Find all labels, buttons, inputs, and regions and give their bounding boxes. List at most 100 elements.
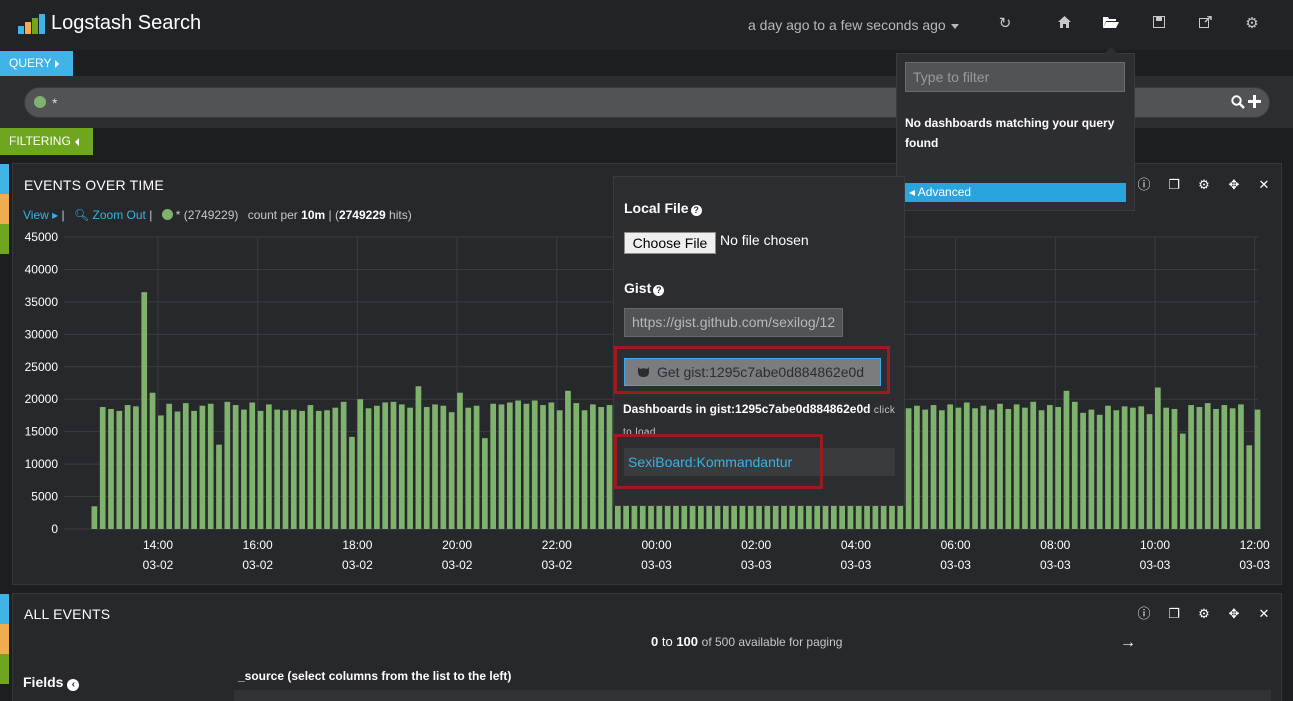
- histogram-bar[interactable]: [963, 402, 970, 529]
- choose-file-button[interactable]: Choose File: [624, 232, 716, 254]
- histogram-bar[interactable]: [457, 392, 463, 529]
- histogram-bar[interactable]: [565, 390, 571, 529]
- histogram-bar[interactable]: [398, 404, 405, 529]
- histogram-bar[interactable]: [149, 392, 156, 529]
- histogram-bar[interactable]: [938, 410, 945, 529]
- histogram-bar[interactable]: [249, 402, 256, 529]
- histogram-bar[interactable]: [382, 402, 389, 529]
- histogram-bar[interactable]: [1030, 401, 1037, 529]
- histogram-bar[interactable]: [988, 409, 995, 529]
- histogram-bar[interactable]: [1246, 445, 1253, 529]
- histogram-bar[interactable]: [407, 407, 413, 529]
- histogram-bar[interactable]: [1204, 403, 1211, 529]
- histogram-bar[interactable]: [191, 410, 197, 529]
- histogram-bar[interactable]: [972, 408, 978, 529]
- histogram-bar[interactable]: [905, 408, 912, 529]
- histogram-bar[interactable]: [158, 415, 164, 529]
- histogram-bar[interactable]: [365, 408, 372, 529]
- histogram-bar[interactable]: [523, 403, 530, 529]
- close-icon[interactable]: ✕: [1257, 607, 1271, 621]
- histogram-bar[interactable]: [1229, 408, 1236, 529]
- histogram-bar[interactable]: [1163, 407, 1170, 529]
- histogram-bar[interactable]: [1130, 407, 1136, 529]
- histogram-bar[interactable]: [332, 407, 339, 529]
- histogram-bar[interactable]: [266, 404, 272, 529]
- histogram-bar[interactable]: [299, 410, 305, 529]
- gear-icon[interactable]: ⚙: [1197, 607, 1211, 621]
- histogram-bar[interactable]: [108, 408, 114, 529]
- histogram-bar[interactable]: [1171, 408, 1178, 529]
- histogram-bar[interactable]: [1221, 405, 1228, 529]
- histogram-bar[interactable]: [99, 407, 106, 529]
- histogram-bar[interactable]: [1113, 410, 1120, 529]
- histogram-bar[interactable]: [349, 436, 355, 529]
- histogram-bar[interactable]: [133, 406, 139, 529]
- move-icon[interactable]: ✥: [1227, 607, 1241, 621]
- histogram-bar[interactable]: [947, 404, 953, 529]
- histogram-bar[interactable]: [166, 403, 173, 529]
- next-page-icon[interactable]: →: [1120, 634, 1136, 652]
- histogram-bar[interactable]: [257, 410, 264, 529]
- histogram-bar[interactable]: [182, 403, 189, 529]
- histogram-bar[interactable]: [1155, 387, 1161, 529]
- help-icon[interactable]: ?: [653, 285, 665, 296]
- histogram-bar[interactable]: [116, 410, 123, 529]
- info-icon[interactable]: ⓘ: [1137, 607, 1151, 621]
- histogram-bar[interactable]: [473, 405, 480, 529]
- histogram-bar[interactable]: [465, 407, 472, 529]
- help-icon[interactable]: ?: [690, 205, 702, 216]
- dashboard-filter-input[interactable]: Type to filter: [905, 62, 1125, 92]
- histogram-bar[interactable]: [1254, 409, 1261, 529]
- histogram-bar[interactable]: [1055, 407, 1062, 529]
- histogram-bar[interactable]: [482, 438, 488, 529]
- histogram-bar[interactable]: [598, 407, 605, 529]
- gist-url-input[interactable]: https://gist.github.com/sexilog/12: [624, 308, 843, 337]
- histogram-bar[interactable]: [440, 405, 447, 529]
- histogram-bar[interactable]: [490, 403, 497, 529]
- histogram-bar[interactable]: [1080, 412, 1086, 529]
- histogram-bar[interactable]: [199, 405, 206, 529]
- histogram-bar[interactable]: [307, 405, 314, 529]
- histogram-bar[interactable]: [1022, 407, 1028, 529]
- histogram-bar[interactable]: [1013, 404, 1020, 529]
- histogram-bar[interactable]: [922, 409, 929, 529]
- histogram-bar[interactable]: [1038, 410, 1045, 529]
- histogram-bar[interactable]: [548, 402, 555, 529]
- histogram-bar[interactable]: [241, 409, 247, 529]
- histogram-bar[interactable]: [1238, 404, 1244, 529]
- histogram-bar[interactable]: [1188, 405, 1194, 529]
- histogram-bar[interactable]: [1046, 405, 1053, 529]
- advanced-toggle[interactable]: ◂ Advanced: [905, 183, 1126, 202]
- histogram-bar[interactable]: [506, 402, 513, 529]
- histogram-bar[interactable]: [556, 410, 563, 529]
- histogram-bar[interactable]: [1071, 401, 1078, 529]
- histogram-bar[interactable]: [124, 405, 131, 529]
- histogram-bar[interactable]: [274, 409, 281, 529]
- histogram-bar[interactable]: [224, 401, 231, 529]
- histogram-bar[interactable]: [1096, 414, 1103, 529]
- histogram-bar[interactable]: [141, 292, 148, 529]
- duplicate-icon[interactable]: ❐: [1167, 607, 1181, 621]
- histogram-bar[interactable]: [282, 410, 289, 529]
- histogram-bar[interactable]: [980, 405, 987, 529]
- histogram-bar[interactable]: [315, 410, 322, 529]
- histogram-bar[interactable]: [415, 386, 422, 529]
- fields-label[interactable]: Fields ‹: [23, 674, 80, 691]
- histogram-bar[interactable]: [540, 405, 546, 529]
- histogram-bar[interactable]: [290, 409, 297, 529]
- histogram-bar[interactable]: [1138, 406, 1145, 529]
- histogram-bar[interactable]: [1121, 406, 1128, 529]
- histogram-bar[interactable]: [340, 401, 347, 529]
- histogram-bar[interactable]: [207, 403, 214, 529]
- histogram-bar[interactable]: [374, 405, 380, 529]
- histogram-bar[interactable]: [91, 506, 98, 529]
- histogram-bar[interactable]: [590, 404, 596, 529]
- histogram-bar[interactable]: [955, 407, 962, 529]
- histogram-bar[interactable]: [531, 400, 538, 529]
- histogram-bar[interactable]: [324, 410, 330, 529]
- histogram-bar[interactable]: [216, 444, 222, 529]
- histogram-bar[interactable]: [1179, 433, 1186, 529]
- histogram-bar[interactable]: [1063, 390, 1070, 529]
- histogram-bar[interactable]: [423, 407, 430, 529]
- histogram-bar[interactable]: [606, 405, 613, 529]
